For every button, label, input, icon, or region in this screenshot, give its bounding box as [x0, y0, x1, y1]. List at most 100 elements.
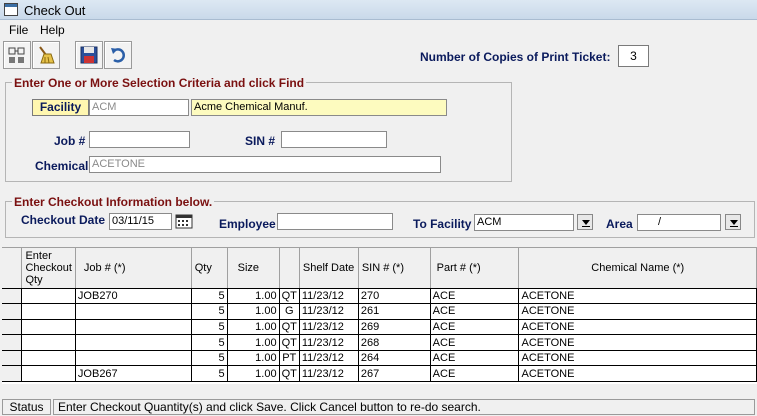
cell-sin: 270 [358, 288, 431, 305]
cell-job [75, 334, 192, 351]
job-input[interactable] [89, 131, 190, 148]
table-row[interactable]: 5 1.00 PT 11/23/12 264 ACE ACETONE [2, 350, 757, 367]
menu-help[interactable]: Help [40, 23, 65, 37]
to-facility-select[interactable]: ACM [474, 214, 574, 231]
status-label: Status [2, 399, 51, 415]
cell-enter-qty[interactable] [21, 350, 76, 367]
copies-label: Number of Copies of Print Ticket: [420, 50, 611, 64]
cell-part: ACE [430, 350, 520, 367]
cell-job: JOB267 [75, 365, 192, 383]
header-part[interactable]: Part # (*) [430, 248, 520, 289]
checkout-date-input[interactable]: 03/11/15 [109, 213, 172, 230]
area-dropdown-button[interactable] [725, 214, 741, 230]
cell-size: 1.00 [227, 334, 280, 351]
table-row[interactable]: 5 1.00 QT 11/23/12 268 ACE ACETONE [2, 334, 757, 351]
header-enter-checkout-qty[interactable]: Enter Checkout Qty [21, 248, 76, 289]
calendar-button[interactable] [175, 213, 193, 230]
cell-job [75, 350, 192, 367]
cell-chemical-name: ACETONE [518, 319, 757, 336]
cell-unit: PT [279, 350, 300, 367]
cell-unit: QT [279, 288, 300, 305]
cell-chemical-name: ACETONE [518, 365, 757, 383]
cancel-button[interactable] [104, 41, 132, 69]
area-select[interactable]: / [637, 214, 721, 231]
header-chemical-name[interactable]: Chemical Name (*) [518, 248, 757, 289]
employee-input[interactable] [277, 213, 393, 230]
find-icon [8, 47, 25, 63]
cell-enter-qty[interactable] [21, 303, 76, 320]
header-sin[interactable]: SIN # (*) [358, 248, 431, 289]
employee-label: Employee [219, 217, 276, 231]
undo-icon [111, 48, 125, 63]
table-row[interactable]: JOB267 5 1.00 QT 11/23/12 267 ACE ACETONE [2, 365, 757, 383]
cell-chemical-name: ACETONE [518, 334, 757, 351]
header-unit[interactable] [279, 248, 300, 289]
status-bar: Status Enter Checkout Quantity(s) and cl… [0, 398, 757, 416]
cell-size: 1.00 [227, 319, 280, 336]
cell-size: 1.00 [227, 288, 280, 305]
cell-shelf-date: 11/23/12 [299, 334, 359, 351]
cell-chemical-name: ACETONE [518, 303, 757, 320]
header-shelf-date[interactable]: Shelf Date [299, 248, 359, 289]
row-selector[interactable] [2, 288, 23, 305]
cell-sin: 264 [358, 350, 431, 367]
sin-input[interactable] [281, 131, 387, 148]
cell-job [75, 319, 192, 336]
chemical-input[interactable]: ACETONE [89, 156, 441, 173]
menu-bar: File Help [0, 20, 757, 39]
area-label: Area [606, 217, 633, 231]
cell-shelf-date: 11/23/12 [299, 319, 359, 336]
job-label: Job # [54, 134, 86, 148]
row-selector[interactable] [2, 365, 23, 383]
table-row[interactable]: JOB270 5 1.00 QT 11/23/12 270 ACE ACETONE [2, 288, 757, 305]
find-button[interactable] [3, 41, 31, 69]
checkout-date-label: Checkout Date [21, 213, 106, 227]
cell-unit: QT [279, 365, 300, 383]
cell-chemical-name: ACETONE [518, 350, 757, 367]
cell-unit: G [279, 303, 300, 320]
checkout-info-legend: Enter Checkout Information below. [12, 195, 215, 209]
row-selector[interactable] [2, 350, 23, 367]
status-message: Enter Checkout Quantity(s) and click Sav… [53, 399, 755, 415]
header-job[interactable]: Job # (*) [75, 248, 192, 289]
app-window-icon [4, 3, 18, 16]
cell-job [75, 303, 192, 320]
to-facility-dropdown-button[interactable] [577, 214, 593, 230]
cell-shelf-date: 11/23/12 [299, 365, 359, 383]
cell-size: 1.00 [227, 365, 280, 383]
cell-enter-qty[interactable] [21, 288, 76, 305]
to-facility-label: To Facility [413, 217, 472, 231]
facility-code-field[interactable]: ACM [89, 99, 189, 116]
cell-job: JOB270 [75, 288, 192, 305]
row-selector[interactable] [2, 319, 23, 336]
title-bar: Check Out [0, 0, 757, 20]
cell-qty: 5 [191, 350, 228, 367]
copies-input[interactable]: 3 [618, 45, 649, 67]
cell-unit: QT [279, 334, 300, 351]
selection-criteria-legend: Enter One or More Selection Criteria and… [12, 76, 307, 90]
table-row[interactable]: 5 1.00 G 11/23/12 261 ACE ACETONE [2, 303, 757, 320]
cell-enter-qty[interactable] [21, 319, 76, 336]
facility-label: Facility [32, 99, 89, 116]
row-selector[interactable] [2, 334, 23, 351]
header-size[interactable]: Size [227, 248, 280, 289]
table-row[interactable]: 5 1.00 QT 11/23/12 269 ACE ACETONE [2, 319, 757, 336]
header-qty[interactable]: Qty [191, 248, 228, 289]
cell-qty: 5 [191, 334, 228, 351]
cell-chemical-name: ACETONE [518, 288, 757, 305]
cell-enter-qty[interactable] [21, 365, 76, 383]
cell-shelf-date: 11/23/12 [299, 350, 359, 367]
row-selector[interactable] [2, 303, 23, 320]
cell-part: ACE [430, 365, 520, 383]
facility-name-field: Acme Chemical Manuf. [191, 99, 447, 116]
cell-size: 1.00 [227, 350, 280, 367]
cell-enter-qty[interactable] [21, 334, 76, 351]
menu-file[interactable]: File [9, 23, 28, 37]
cell-qty: 5 [191, 288, 228, 305]
row-selector-header [2, 248, 23, 289]
cell-sin: 269 [358, 319, 431, 336]
cell-qty: 5 [191, 365, 228, 383]
cell-part: ACE [430, 334, 520, 351]
save-button[interactable] [75, 41, 103, 69]
clear-button[interactable] [32, 41, 60, 69]
